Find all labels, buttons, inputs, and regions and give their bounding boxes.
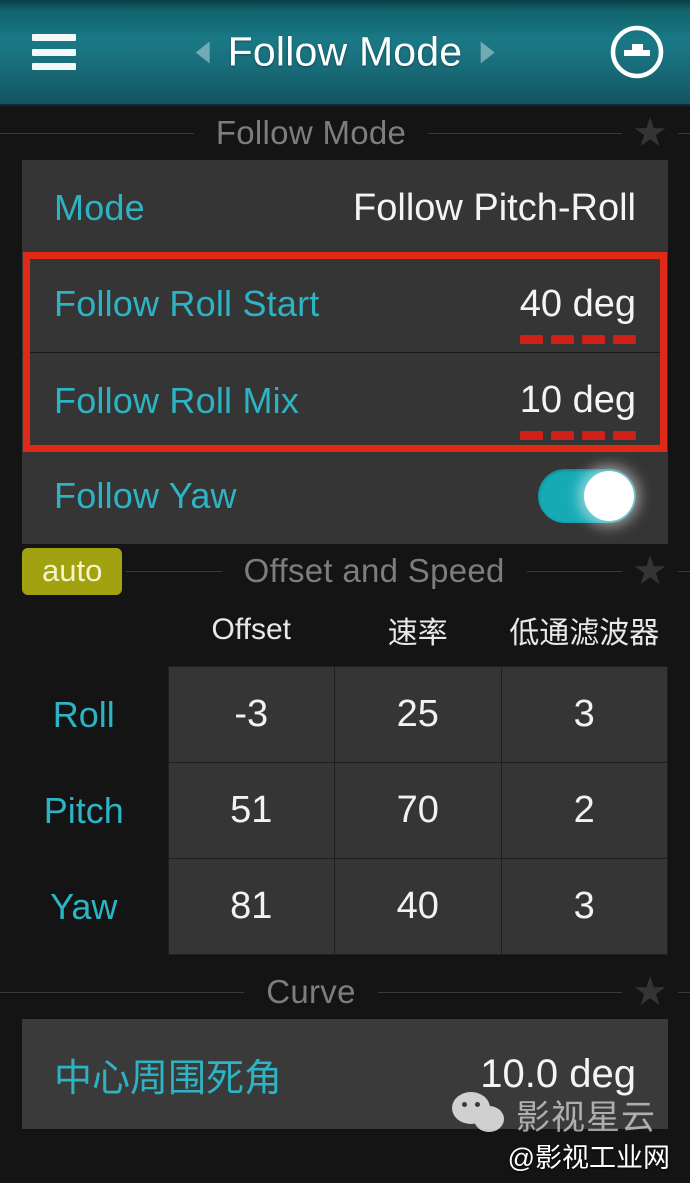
cell-yaw-speed[interactable]: 40 — [334, 858, 502, 955]
cell-roll-offset[interactable]: -3 — [167, 666, 335, 763]
cell-pitch-lowpass[interactable]: 2 — [500, 762, 668, 859]
cell-roll-speed[interactable]: 25 — [334, 666, 502, 763]
cell-pitch-speed[interactable]: 70 — [334, 762, 502, 859]
setting-value: Follow Pitch-Roll — [353, 186, 636, 229]
section-divider-line — [526, 570, 622, 572]
setting-value-wrap: 10 deg — [519, 379, 636, 440]
section-title: Offset and Speed — [243, 552, 505, 589]
setting-label: Follow Roll Mix — [54, 379, 300, 421]
section-header-curve: Curve ★ — [0, 965, 690, 1019]
section-divider-line — [377, 991, 622, 993]
favorite-star-icon[interactable]: ★ — [622, 113, 678, 153]
setting-value-wrap: 40 deg — [519, 282, 636, 344]
offset-speed-table-wrap: Offset 速率 低通滤波器 Roll -3 25 3 Pitch 51 70… — [0, 602, 690, 955]
previous-page-arrow-icon[interactable] — [195, 41, 210, 63]
setting-label: Follow Roll Start — [54, 283, 320, 324]
offset-speed-table: Offset 速率 低通滤波器 Roll -3 25 3 Pitch 51 70… — [0, 602, 668, 955]
curve-card: 中心周围死角 10.0 deg — [22, 1019, 668, 1129]
section-divider-line — [678, 991, 690, 993]
setting-row-mode[interactable]: Mode Follow Pitch-Roll — [22, 160, 668, 256]
hamburger-bar — [32, 48, 76, 56]
table-corner-cell — [0, 602, 168, 667]
setting-label: Mode — [54, 187, 145, 228]
follow-yaw-toggle[interactable] — [538, 469, 636, 523]
section-divider-line — [0, 132, 194, 134]
section-divider-line — [126, 570, 222, 572]
hamburger-bar — [32, 34, 76, 41]
cell-yaw-offset[interactable]: 81 — [167, 858, 335, 955]
cell-roll-lowpass[interactable]: 3 — [500, 666, 668, 763]
table-row: Roll -3 25 3 — [0, 666, 668, 763]
watermark-handle: @影视工业网 — [507, 1143, 670, 1173]
toggle-knob — [584, 471, 634, 521]
hamburger-bar — [32, 63, 76, 70]
cell-yaw-lowpass[interactable]: 3 — [500, 858, 668, 955]
title-nav-group: Follow Mode — [195, 28, 495, 76]
section-divider-line — [0, 991, 245, 993]
axis-label-pitch: Pitch — [43, 789, 124, 831]
favorite-star-icon[interactable]: ★ — [622, 551, 678, 591]
section-title: Follow Mode — [215, 114, 407, 151]
table-header-row: Offset 速率 低通滤波器 — [0, 602, 668, 667]
column-header-lowpass-filter: 低通滤波器 — [509, 617, 660, 650]
section-header-offset-and-speed: auto Offset and Speed ★ — [0, 544, 690, 598]
favorite-star-icon[interactable]: ★ — [622, 972, 678, 1012]
section-divider-line — [678, 132, 690, 134]
setting-row-follow-roll-mix[interactable]: Follow Roll Mix 10 deg — [22, 352, 668, 448]
column-header-speed: 速率 — [387, 617, 448, 650]
axis-label-roll: Roll — [52, 693, 115, 735]
section-divider-line — [678, 570, 690, 572]
axis-label-yaw: Yaw — [50, 885, 118, 927]
table-row: Yaw 81 40 3 — [0, 858, 668, 955]
page-title: Follow Mode — [227, 28, 463, 75]
app-root: Follow Mode Follow Mode ★ Mode Follow Pi… — [0, 0, 690, 1183]
section-title: Curve — [266, 973, 356, 1010]
setting-label: Follow Yaw — [54, 475, 237, 516]
hamburger-menu-icon[interactable] — [32, 34, 76, 70]
setting-value: 40 deg — [519, 282, 636, 325]
section-header-follow-mode: Follow Mode ★ — [0, 106, 690, 160]
setting-row-center-deadzone[interactable]: 中心周围死角 10.0 deg — [22, 1019, 668, 1129]
setting-row-follow-roll-start[interactable]: Follow Roll Start 40 deg — [22, 256, 668, 352]
next-page-arrow-icon[interactable] — [480, 41, 495, 63]
column-header-offset: Offset — [211, 613, 291, 646]
setting-label: 中心周围死角 — [54, 1057, 283, 1100]
section-divider-line — [428, 132, 623, 134]
cell-pitch-offset[interactable]: 51 — [167, 762, 335, 859]
auto-button[interactable]: auto — [22, 547, 123, 595]
app-titlebar: Follow Mode — [0, 0, 690, 106]
red-dashed-underline — [520, 431, 636, 440]
red-dashed-underline — [520, 334, 636, 344]
table-row: Pitch 51 70 2 — [0, 762, 668, 859]
setting-row-follow-yaw[interactable]: Follow Yaw — [22, 448, 668, 544]
highlighted-settings-group: Follow Roll Start 40 deg Follow Roll Mix… — [22, 252, 668, 452]
gimbal-target-icon[interactable] — [606, 21, 668, 83]
setting-value: 10 deg — [519, 379, 636, 421]
follow-mode-card: Mode Follow Pitch-Roll Follow Roll Start… — [22, 160, 668, 544]
setting-value: 10.0 deg — [480, 1051, 636, 1096]
